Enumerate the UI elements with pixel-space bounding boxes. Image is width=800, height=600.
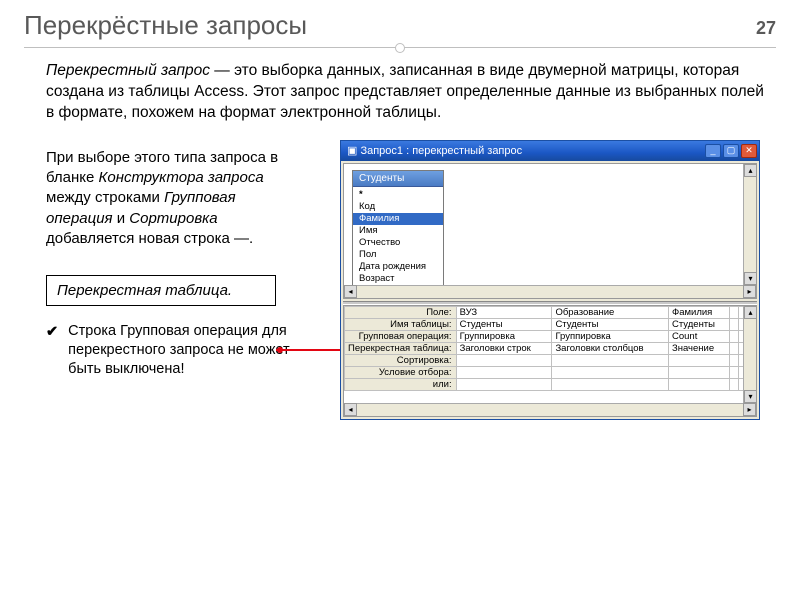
field-item[interactable]: Отчество — [353, 237, 443, 249]
grid-cell[interactable] — [668, 378, 729, 390]
grid-cell[interactable] — [730, 318, 739, 330]
check-icon: ✔ — [46, 322, 58, 379]
grid-cell[interactable] — [730, 366, 739, 378]
query-grid-pane[interactable]: Поле:ВУЗОбразованиеФамилияИмя таблицы:Ст… — [343, 305, 757, 417]
grid-cell[interactable]: Значение — [668, 342, 729, 354]
grid-cell[interactable] — [456, 378, 552, 390]
grid-row-label: Групповая операция: — [345, 330, 457, 342]
field-item[interactable]: Пол — [353, 249, 443, 261]
grid-cell[interactable] — [668, 354, 729, 366]
callout-crosstab: Перекрестная таблица. — [46, 275, 276, 306]
grid-cell[interactable] — [730, 306, 739, 318]
scroll-left-icon[interactable]: ◂ — [344, 285, 357, 298]
table-box[interactable]: Студенты *КодФамилияИмяОтчествоПолДата р… — [352, 170, 444, 299]
grid-cell[interactable]: Фамилия — [668, 306, 729, 318]
field-item[interactable]: * — [353, 189, 443, 201]
scrollbar-horizontal-2[interactable]: ◂▸ — [344, 403, 756, 416]
side-paragraph: При выборе этого типа запроса в бланке К… — [46, 148, 306, 249]
tables-pane[interactable]: Студенты *КодФамилияИмяОтчествоПолДата р… — [343, 163, 757, 299]
grid-cell[interactable] — [456, 366, 552, 378]
minimize-button[interactable]: _ — [705, 144, 721, 158]
grid-cell[interactable]: Студенты — [456, 318, 552, 330]
grid-cell[interactable]: Count — [668, 330, 729, 342]
scroll-up-icon[interactable]: ▴ — [744, 164, 757, 177]
grid-cell[interactable]: Студенты — [552, 318, 669, 330]
page-number: 27 — [756, 18, 776, 39]
grid-cell[interactable] — [552, 378, 669, 390]
grid-cell[interactable] — [730, 330, 739, 342]
scroll-down-icon[interactable]: ▾ — [744, 272, 757, 285]
grid-row-label: Поле: — [345, 306, 457, 318]
query-grid[interactable]: Поле:ВУЗОбразованиеФамилияИмя таблицы:Ст… — [344, 306, 756, 391]
grid-cell[interactable] — [730, 354, 739, 366]
grid-cell[interactable]: ВУЗ — [456, 306, 552, 318]
intro-paragraph: Перекрестный запрос — это выборка данных… — [0, 61, 800, 128]
titlebar[interactable]: ▣ Запрос1 : перекрестный запрос _ ▢ ✕ — [341, 141, 759, 161]
field-item[interactable]: Имя — [353, 225, 443, 237]
grid-cell[interactable] — [552, 354, 669, 366]
bullet-note: ✔ Строка Групповая операция для перекрес… — [46, 322, 306, 379]
grid-row-label: Имя таблицы: — [345, 318, 457, 330]
grid-cell[interactable]: Заголовки строк — [456, 342, 552, 354]
table-name: Студенты — [353, 171, 443, 187]
grid-row-label: Условие отбора: — [345, 366, 457, 378]
field-item[interactable]: Фамилия — [353, 213, 443, 225]
close-button[interactable]: ✕ — [741, 144, 757, 158]
grid-cell[interactable] — [730, 378, 739, 390]
scrollbar-horizontal[interactable]: ◂ ▸ — [344, 285, 756, 298]
grid-cell[interactable]: Заголовки столбцов — [552, 342, 669, 354]
maximize-button[interactable]: ▢ — [723, 144, 739, 158]
field-item[interactable]: Возраст — [353, 273, 443, 285]
scrollbar-vertical-2[interactable]: ▴▾ — [743, 306, 756, 403]
grid-cell[interactable] — [456, 354, 552, 366]
divider — [24, 43, 776, 53]
scrollbar-vertical[interactable]: ▴ ▾ — [743, 164, 756, 285]
grid-cell[interactable] — [552, 366, 669, 378]
grid-cell[interactable] — [668, 366, 729, 378]
grid-cell[interactable]: Группировка — [456, 330, 552, 342]
grid-cell[interactable]: Студенты — [668, 318, 729, 330]
access-window: ▣ Запрос1 : перекрестный запрос _ ▢ ✕ Ст… — [340, 140, 760, 420]
grid-cell[interactable]: Группировка — [552, 330, 669, 342]
grid-cell[interactable]: Образование — [552, 306, 669, 318]
grid-row-label: Перекрестная таблица: — [345, 342, 457, 354]
grid-row-label: или: — [345, 378, 457, 390]
bullet-text: Строка Групповая операция для перекрестн… — [68, 322, 306, 379]
scroll-right-icon[interactable]: ▸ — [743, 285, 756, 298]
field-item[interactable]: Дата рождения — [353, 261, 443, 273]
intro-term: Перекрестный запрос — [46, 62, 210, 79]
window-title: ▣ Запрос1 : перекрестный запрос — [347, 144, 522, 157]
field-item[interactable]: Код — [353, 201, 443, 213]
grid-row-label: Сортировка: — [345, 354, 457, 366]
grid-cell[interactable] — [730, 342, 739, 354]
page-title: Перекрёстные запросы — [24, 10, 307, 41]
